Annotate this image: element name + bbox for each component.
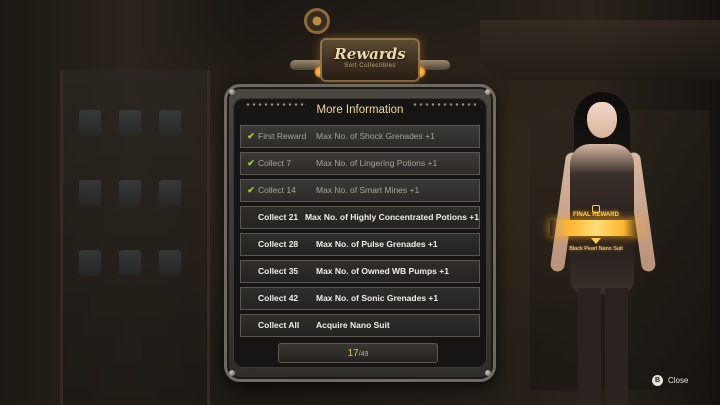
reward-description: Max No. of Owned WB Pumps +1 — [316, 266, 449, 276]
reward-description: Max No. of Sonic Grenades +1 — [316, 293, 439, 303]
collection-counter: 17/49 — [278, 343, 438, 363]
background-pipes — [480, 20, 720, 80]
page-title: Rewards — [334, 45, 406, 63]
chevron-down-icon — [591, 238, 601, 244]
checkmark-icon: ✔ — [247, 131, 255, 141]
reward-description: Acquire Nano Suit — [316, 320, 390, 330]
character-face — [587, 102, 617, 138]
checkmark-icon: ✔ — [247, 158, 255, 168]
character-legs — [578, 288, 628, 405]
rivet-decoration — [485, 370, 491, 376]
rivet-decoration — [229, 89, 235, 95]
reward-milestone: Collect 28 — [258, 239, 299, 249]
total-count: 49 — [360, 351, 369, 358]
panel-title: More Information — [316, 104, 404, 116]
background-vending-shelf — [60, 70, 210, 405]
gear-icon — [304, 8, 330, 34]
reward-milestone: Collect 21 — [258, 212, 299, 222]
reward-milestone: Collect 14 — [258, 185, 296, 195]
shelf-item — [159, 110, 181, 136]
checkmark-icon: ✔ — [247, 185, 255, 195]
final-reward-badge: FINAL REWARD Black Pearl Nano Suit — [550, 212, 642, 272]
close-button[interactable]: B Close — [652, 373, 688, 387]
rewards-header-ornament: Rewards Sort Collectibles — [290, 8, 450, 90]
shelf-item — [79, 180, 101, 206]
reward-row[interactable]: Collect 21 Max No. of Highly Concentrate… — [240, 206, 480, 229]
reward-description: Max No. of Pulse Grenades +1 — [316, 239, 438, 249]
reward-milestone: Collect 35 — [258, 266, 299, 276]
reward-row[interactable]: Collect All Acquire Nano Suit — [240, 314, 480, 337]
reward-description: Max No. of Lingering Potions +1 — [316, 158, 438, 168]
rewards-title-plate: Rewards Sort Collectibles — [320, 38, 420, 82]
reward-milestone: First Reward — [258, 131, 307, 141]
reward-milestone: Collect 7 — [258, 158, 292, 168]
close-label: Close — [668, 375, 689, 385]
reward-description: Max No. of Smart Mines +1 — [316, 185, 420, 195]
shelf-item — [79, 250, 101, 276]
reward-row[interactable]: ✔ Collect 7 Max No. of Lingering Potions… — [240, 152, 480, 175]
final-reward-item: Black Pearl Nano Suit — [569, 246, 623, 252]
page-subtitle: Sort Collectibles — [344, 63, 396, 69]
final-reward-banner — [550, 220, 642, 236]
shelf-item — [119, 180, 141, 206]
controller-button-icon: B — [652, 374, 663, 386]
reward-description: Max No. of Highly Concentrated Potions +… — [304, 212, 479, 222]
shelf-item — [79, 110, 101, 136]
shelf-item — [159, 180, 181, 206]
shelf-item — [159, 250, 181, 276]
reward-list: ✔ First Reward Max No. of Shock Grenades… — [240, 125, 480, 341]
final-reward-label: FINAL REWARD — [573, 212, 619, 218]
rivet-decoration — [229, 370, 235, 376]
rivet-decoration — [485, 89, 491, 95]
shelf-item — [119, 110, 141, 136]
reward-description: Max No. of Shock Grenades +1 — [316, 131, 435, 141]
reward-row[interactable]: Collect 35 Max No. of Owned WB Pumps +1 — [240, 260, 480, 283]
reward-row[interactable]: Collect 28 Max No. of Pulse Grenades +1 — [240, 233, 480, 256]
reward-milestone: Collect 42 — [258, 293, 299, 303]
reward-row[interactable]: ✔ First Reward Max No. of Shock Grenades… — [240, 125, 480, 148]
collected-count: 17 — [347, 348, 359, 359]
shelf-item — [119, 250, 141, 276]
reward-milestone: Collect All — [258, 320, 300, 330]
reward-row[interactable]: Collect 42 Max No. of Sonic Grenades +1 — [240, 287, 480, 310]
reward-row[interactable]: ✔ Collect 14 Max No. of Smart Mines +1 — [240, 179, 480, 202]
